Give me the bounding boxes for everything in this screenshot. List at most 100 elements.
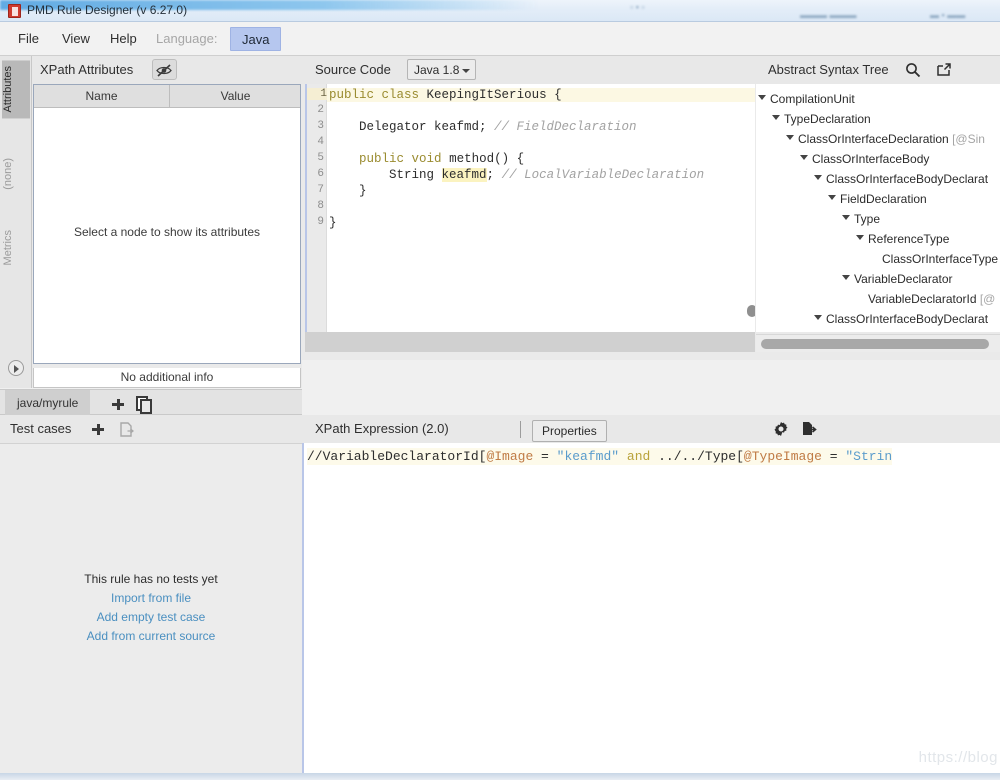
ast-scroll-thumb[interactable] (761, 339, 989, 349)
eye-slash-icon[interactable] (152, 59, 177, 80)
line-number: 7 (317, 184, 324, 196)
test-cases-header: Test cases (0, 415, 302, 443)
vtab-none[interactable]: (none) (2, 152, 30, 196)
chevron-down-icon[interactable] (842, 215, 850, 220)
titlebar-ghost-text: ▬▬▬ ▬▬▬ (800, 10, 857, 20)
chevron-down-icon[interactable] (828, 195, 836, 200)
chevron-down-icon[interactable] (800, 155, 808, 160)
ast-node[interactable]: ClassOrInterfaceBody (800, 149, 930, 169)
add-rule-icon[interactable] (112, 399, 124, 410)
add-empty-test-case-link[interactable]: Add empty test case (0, 610, 302, 624)
search-icon[interactable] (905, 62, 921, 83)
ast-node-label: Type (854, 212, 881, 226)
chevron-down-icon[interactable] (786, 135, 794, 140)
language-selector-java[interactable]: Java (230, 27, 282, 51)
ast-node-label: ClassOrInterfaceBodyDeclarat (826, 172, 989, 186)
ast-node[interactable]: CompilationUnit (758, 89, 855, 109)
language-version-dropdown[interactable]: Java 1.8 (407, 59, 477, 80)
ast-panel: Abstract Syntax Tree CompilationUnit Type… (755, 56, 1000, 360)
menu-help[interactable]: Help (100, 22, 147, 56)
left-vertical-tabstrip: Attributes (none) Metrics (0, 56, 32, 388)
chevron-down-icon[interactable] (814, 315, 822, 320)
column-header-value: Value (220, 89, 251, 103)
xpath-token: "keafmd" (556, 449, 620, 464)
code-line: public class KeepingItSerious { (327, 88, 755, 102)
ast-horizontal-scrollbar[interactable] (756, 334, 1000, 352)
ast-node[interactable]: ClassOrInterfaceBodyDeclarat (814, 309, 988, 329)
vtab-attributes[interactable]: Attributes (2, 60, 30, 119)
xpath-token: @TypeImage (743, 449, 822, 464)
ast-node-label: CompilationUnit (770, 92, 855, 106)
collapse-panel-icon[interactable] (8, 360, 24, 376)
ast-node-label: ClassOrInterfaceDeclaration (798, 132, 949, 146)
import-file-icon[interactable] (120, 422, 135, 437)
chevron-down-icon[interactable] (842, 275, 850, 280)
code-line: String keafmd; // LocalVariableDeclarati… (329, 168, 705, 182)
rule-tab-java-myrule[interactable]: java/myrule (5, 390, 91, 416)
chevron-down-icon[interactable] (856, 235, 864, 240)
ast-node[interactable]: ReferenceType (856, 229, 949, 249)
test-cases-title: Test cases (10, 421, 72, 436)
source-code-editor[interactable]: 1 2 3 4 5 6 7 8 9 public class KeepingItSerious … (305, 84, 755, 332)
xpath-expression-editor[interactable]: //VariableDeclaratorId[@Image = "keafmd"… (302, 443, 1000, 780)
line-number: 2 (317, 104, 324, 116)
menu-language-label: Language: (156, 31, 218, 46)
ast-node[interactable]: TypeDeclaration (772, 109, 871, 129)
xpath-token: = (533, 449, 557, 464)
chevron-down-icon[interactable] (772, 115, 780, 120)
export-icon[interactable] (801, 421, 817, 442)
source-code-panel: Source Code Java 1.8 1 2 3 4 5 6 7 8 9 public cl… (302, 56, 755, 360)
code-line: } (329, 184, 367, 198)
xpath-attributes-header: XPath Attributes (32, 56, 302, 84)
ast-title: Abstract Syntax Tree (768, 62, 889, 77)
attributes-table: Name Value Select a node to show its att… (33, 84, 301, 364)
ast-node[interactable]: ClassOrInterfaceBodyDeclarat (814, 169, 989, 189)
vtab-metrics[interactable]: Metrics (2, 224, 30, 271)
xpath-token: "Strin (845, 449, 893, 464)
add-test-case-icon[interactable] (92, 424, 104, 435)
ast-node-label: TypeDeclaration (784, 112, 871, 126)
source-code-title: Source Code (315, 62, 391, 77)
chevron-down-icon[interactable] (814, 175, 822, 180)
source-gutter: 1 2 3 4 5 6 7 8 9 (307, 84, 327, 332)
xpath-token: = (821, 449, 846, 464)
rule-tabbar: java/myrule (0, 389, 302, 416)
ast-node-attribute: [@Sin (948, 132, 985, 146)
xpath-attributes-panel: XPath Attributes Name Value Select a nod… (32, 56, 302, 388)
properties-button[interactable]: Properties (532, 420, 607, 442)
window-bottom-edge (0, 773, 1000, 780)
menu-view[interactable]: View (52, 22, 100, 56)
titlebar-ghost-controls: ▫ ▪ ▫ (630, 2, 645, 12)
xpath-expression-header: XPath Expression (2.0) Properties (302, 415, 1000, 443)
attributes-footer-info: No additional info (33, 368, 301, 388)
code-line: } (329, 216, 337, 230)
add-from-current-source-link[interactable]: Add from current source (0, 629, 302, 643)
ast-node[interactable]: ClassOrInterfaceType (882, 249, 998, 269)
ast-header: Abstract Syntax Tree (755, 56, 1000, 84)
ast-node-attribute: [@ (976, 292, 996, 306)
test-cases-empty-state: This rule has no tests yet Import from f… (0, 572, 302, 648)
import-from-file-link[interactable]: Import from file (0, 591, 302, 605)
menu-file[interactable]: File (8, 22, 49, 56)
xpath-attributes-title: XPath Attributes (40, 62, 134, 77)
xpath-token: @Image (486, 449, 534, 464)
menubar: File View Help Language: Java (0, 22, 1000, 56)
ast-node[interactable]: ClassOrInterfaceDeclaration [@Sin (786, 129, 985, 149)
external-link-icon[interactable] (936, 62, 952, 83)
ast-node[interactable]: Type (842, 209, 881, 229)
ast-node[interactable]: FieldDeclaration (828, 189, 927, 209)
ast-node-label: FieldDeclaration (840, 192, 927, 206)
ast-node-label: ClassOrInterfaceBody (812, 152, 930, 166)
ast-node[interactable]: VariableDeclarator (842, 269, 953, 289)
xpath-expression-title: XPath Expression (2.0) (315, 421, 449, 436)
ast-node[interactable]: VariableDeclaratorId [@ (868, 289, 995, 309)
duplicate-rule-icon[interactable] (136, 396, 152, 414)
ast-node-label: VariableDeclaratorId (868, 292, 977, 306)
line-number: 5 (317, 152, 324, 164)
xpath-expression-text: //VariableDeclaratorId[@Image = "keafmd"… (307, 448, 893, 465)
chevron-down-icon[interactable] (758, 95, 766, 100)
ast-tree[interactable]: CompilationUnit TypeDeclaration ClassOrInt… (756, 84, 1000, 332)
xpath-token: ../../Type[ (650, 449, 744, 464)
toolbar-divider (520, 421, 521, 438)
gear-icon[interactable] (773, 421, 789, 442)
